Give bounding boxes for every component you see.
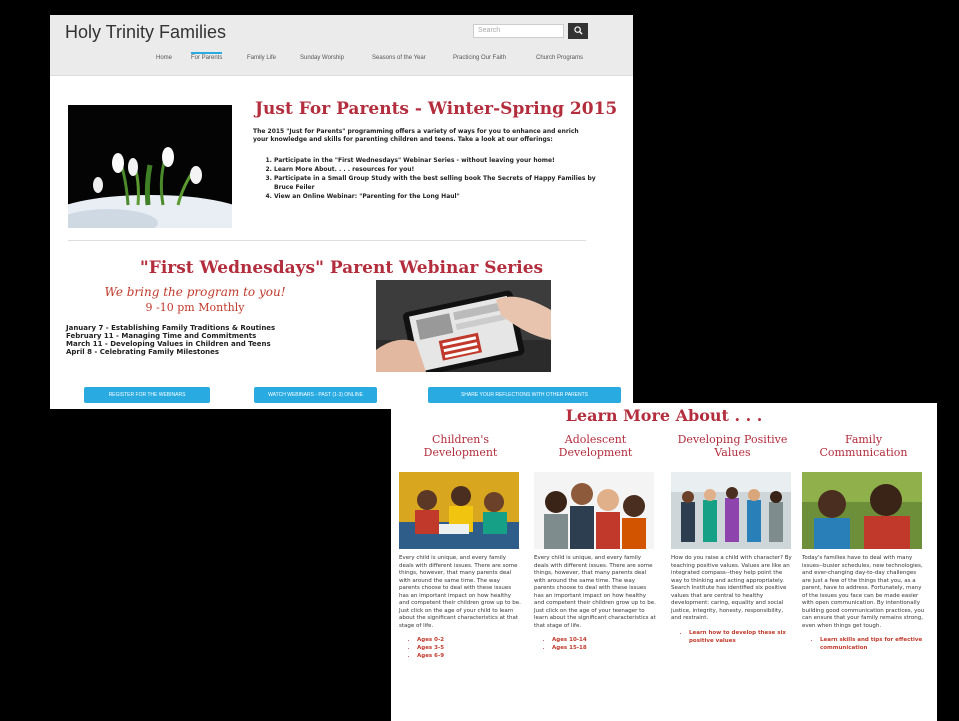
age-link[interactable]: Ages 10-14	[552, 636, 657, 644]
search-button[interactable]	[568, 23, 588, 39]
website-screenshot-top: Holy Trinity Families Search Home For Pa…	[50, 15, 633, 409]
column-title: Adolescent Development	[558, 433, 633, 459]
age-link[interactable]: Ages 0-2	[417, 636, 522, 644]
webinar-date: February 11 - Managing Time and Commitme…	[66, 332, 257, 340]
site-header: Holy Trinity Families Search Home For Pa…	[50, 15, 633, 76]
parents-intro: The 2015 "Just for Parents" programming …	[253, 128, 579, 143]
nav-sunday-worship[interactable]: Sunday Worship	[300, 55, 344, 61]
divider	[68, 240, 586, 241]
column-title: Developing Positive Values	[677, 433, 788, 459]
values-link[interactable]: Learn how to develop these six positive …	[689, 629, 794, 645]
values-links: Learn how to develop these six positive …	[671, 629, 794, 645]
column-text: Every child is unique, and every family …	[399, 555, 521, 629]
website-screenshot-bottom: Learn More About . . . Children's Develo…	[391, 403, 937, 721]
magnifier-icon	[573, 26, 583, 35]
nav-church-programs[interactable]: Church Programs	[536, 55, 583, 61]
column-positive-values: Developing Positive Values How do you ra…	[671, 433, 794, 645]
nav-for-parents[interactable]: For Parents	[191, 52, 223, 61]
father-son-image	[802, 472, 922, 549]
column-adolescent-development: Adolescent Development Every child is un…	[534, 433, 657, 652]
offering-item[interactable]: View an Online Webinar: "Parenting for t…	[274, 192, 604, 201]
offering-item[interactable]: Learn More About. . . . resources for yo…	[274, 165, 604, 174]
column-childrens-development: Children's Development Every child is un…	[399, 433, 522, 660]
offering-item[interactable]: Participate in the "First Wednesdays" We…	[274, 156, 604, 165]
nav-home[interactable]: Home	[156, 55, 172, 61]
children-reading-image	[399, 472, 519, 549]
column-text: Today's families have to deal with many …	[802, 555, 925, 629]
parents-heading: Just For Parents - Winter-Spring 2015	[255, 99, 618, 119]
webinar-date: April 8 - Celebrating Family Milestones	[66, 348, 220, 356]
column-title: Family Communication	[819, 433, 908, 459]
snowdrop-flowers-image	[68, 105, 232, 228]
main-nav: Home For Parents Family Life Sunday Wors…	[50, 52, 633, 69]
tablet-hands-image	[376, 280, 551, 372]
webinar-tagline: We bring the program to you!	[104, 285, 286, 299]
watch-webinars-button[interactable]: WATCH WEBINARS - PAST (1-3) ONLINE	[254, 387, 377, 403]
age-links: Ages 10-14 Ages 15-18	[534, 636, 657, 652]
column-title: Children's Development	[423, 433, 498, 459]
offering-item[interactable]: Participate in a Small Group Study with …	[274, 174, 604, 192]
search-input[interactable]: Search	[473, 24, 564, 38]
age-link[interactable]: Ages 3-5	[417, 644, 522, 652]
register-webinars-button[interactable]: REGISTER FOR THE WEBINARS	[84, 387, 210, 403]
age-link[interactable]: Ages 6-9	[417, 652, 522, 660]
webinar-dates: January 7 - Establishing Family Traditio…	[66, 324, 328, 356]
age-link[interactable]: Ages 15-18	[552, 644, 657, 652]
column-family-communication: Family Communication Today's families ha…	[802, 433, 925, 652]
teens-group-image	[534, 472, 654, 549]
webinar-heading: "First Wednesdays" Parent Webinar Series	[139, 258, 544, 278]
students-hallway-image	[671, 472, 791, 549]
share-reflections-button[interactable]: SHARE YOUR REFLECTIONS WITH OTHER PARENT…	[428, 387, 621, 403]
nav-practicing-faith[interactable]: Practicing Our Faith	[453, 55, 506, 61]
age-links: Ages 0-2 Ages 3-5 Ages 6-9	[399, 636, 522, 660]
learn-more-heading: Learn More About . . .	[565, 406, 763, 425]
column-text: How do you raise a child with character?…	[671, 555, 792, 621]
communication-links: Learn skills and tips for effective comm…	[802, 636, 925, 652]
nav-family-life[interactable]: Family Life	[247, 55, 276, 61]
webinar-date: January 7 - Establishing Family Traditio…	[66, 324, 276, 332]
webinar-date: March 11 - Developing Values in Children…	[66, 340, 271, 348]
offerings-list: Participate in the "First Wednesdays" We…	[258, 156, 604, 201]
site-title[interactable]: Holy Trinity Families	[65, 22, 226, 43]
column-text: Every child is unique, and every family …	[534, 555, 656, 629]
nav-seasons[interactable]: Seasons of the Year	[372, 55, 426, 61]
communication-link[interactable]: Learn skills and tips for effective comm…	[820, 636, 925, 652]
webinar-time: 9 -10 pm Monthly	[145, 301, 245, 314]
